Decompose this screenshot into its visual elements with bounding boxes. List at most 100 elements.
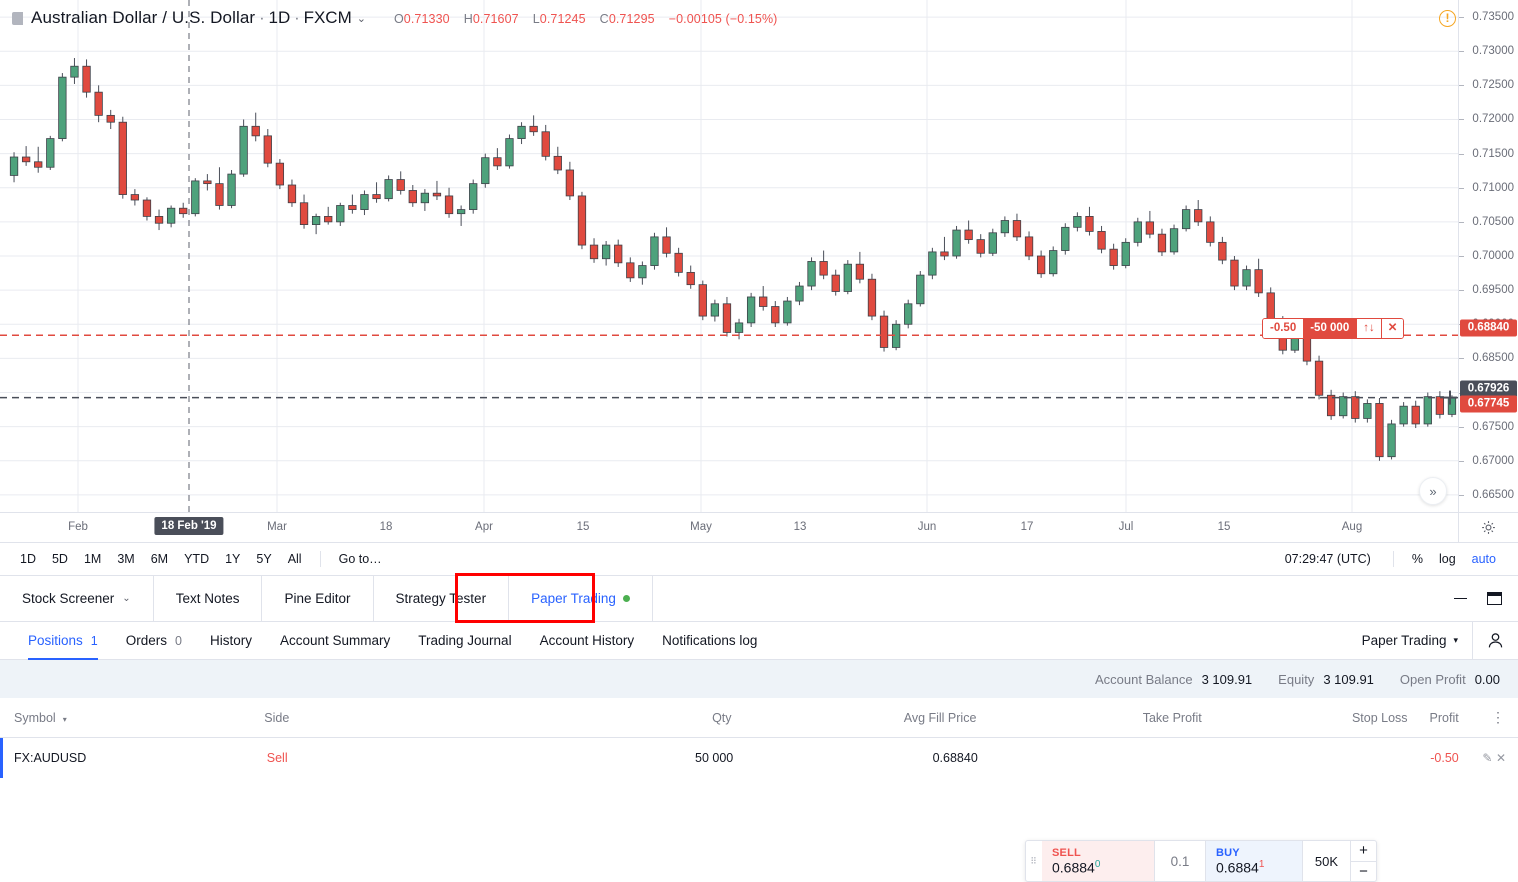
table-header-row: Symbol▾ Side Qty Avg Fill Price Take Pro…: [0, 698, 1518, 738]
symbol-resolution[interactable]: 1D: [269, 8, 291, 28]
price-tick: [1459, 154, 1464, 155]
separator-dot-2: ·: [290, 10, 303, 28]
auto-scale-button[interactable]: auto: [1464, 548, 1504, 570]
panel-tab-strategy-tester[interactable]: Strategy Tester: [374, 576, 510, 621]
subtab-account-summary[interactable]: Account Summary: [266, 622, 404, 660]
column-header-symbol[interactable]: Symbol▾: [0, 711, 264, 725]
price-badge-red[interactable]: 0.68840: [1460, 320, 1517, 337]
time-axis[interactable]: Feb18 Feb '19Mar18Apr15May13Jun17Jul15Au…: [0, 512, 1458, 542]
subtab-count: 0: [175, 634, 182, 648]
ohlc-low-label: L: [533, 12, 540, 26]
subtab-positions[interactable]: Positions1: [14, 622, 112, 660]
column-header-stop-loss[interactable]: Stop Loss: [1224, 711, 1430, 725]
subtab-label: Account History: [540, 633, 635, 648]
account-balance-bar: Account Balance3 109.91Equity3 109.91Ope…: [0, 660, 1518, 698]
sell-button[interactable]: SELL 0.68840: [1042, 841, 1154, 881]
column-header-profit[interactable]: Profit: [1430, 711, 1475, 725]
column-header-take-profit[interactable]: Take Profit: [998, 711, 1223, 725]
buy-button[interactable]: BUY 0.68841: [1206, 841, 1302, 881]
go-to-button[interactable]: Go to…: [331, 548, 390, 570]
quantity-decrease-button[interactable]: −: [1351, 862, 1376, 882]
chart-plot-area[interactable]: [0, 0, 1458, 512]
drag-handle-icon[interactable]: ⠿: [1026, 841, 1042, 881]
chart-bottom-toolbar: 1D5D1M3M6MYTD1Y5YAll Go to… 07:29:47 (UTC…: [0, 542, 1518, 576]
price-axis-label: 0.67500: [1472, 421, 1514, 433]
order-ticket-widget[interactable]: ⠿ SELL 0.68840 0.1 BUY 0.68841 50K + −: [1025, 840, 1377, 882]
price-badge-red[interactable]: 0.67745: [1460, 396, 1517, 413]
chart-settings-corner[interactable]: [1458, 512, 1518, 542]
range-button-5d[interactable]: 5D: [44, 548, 76, 570]
log-scale-button[interactable]: log: [1431, 548, 1464, 570]
symbol-exchange[interactable]: FXCM: [304, 8, 352, 28]
ohlc-high-label: H: [464, 12, 473, 26]
panel-tab-paper-trading[interactable]: Paper Trading: [509, 576, 653, 621]
subtab-right-controls: Paper Trading ▾: [1348, 622, 1518, 660]
range-button-5y[interactable]: 5Y: [248, 548, 279, 570]
range-button-all[interactable]: All: [280, 548, 310, 570]
range-button-1m[interactable]: 1M: [76, 548, 109, 570]
balance-label: Equity: [1278, 672, 1314, 687]
cell-profit: -0.50: [1430, 751, 1475, 765]
ohlc-change: −0.00105 (−0.15%): [669, 12, 778, 26]
ohlc-low-value: 0.71245: [540, 12, 586, 26]
range-button-1y[interactable]: 1Y: [217, 548, 248, 570]
range-button-1d[interactable]: 1D: [12, 548, 44, 570]
symbol-title[interactable]: Australian Dollar / U.S. Dollar: [31, 8, 255, 28]
column-header-avg-fill-price[interactable]: Avg Fill Price: [754, 711, 999, 725]
warning-icon[interactable]: !: [1439, 10, 1456, 27]
scroll-to-realtime-icon[interactable]: »: [1419, 477, 1447, 505]
column-header-qty[interactable]: Qty: [509, 711, 754, 725]
position-marker[interactable]: -0.50 -50 000 ↑↓ ✕: [1262, 318, 1404, 339]
table-row[interactable]: FX:AUDUSD Sell 50 000 0.68840 -0.50 ✎ ✕: [0, 738, 1518, 778]
balance-value: 3 109.91: [1323, 672, 1374, 687]
subtab-history[interactable]: History: [196, 622, 266, 660]
quantity-increase-button[interactable]: +: [1351, 841, 1376, 862]
time-axis-label: 18: [380, 521, 393, 533]
cell-symbol: FX:AUDUSD: [3, 751, 267, 765]
panel-tab-label: Strategy Tester: [396, 591, 487, 606]
subtab-notifications-log[interactable]: Notifications log: [648, 622, 771, 660]
panel-tab-pine-editor[interactable]: Pine Editor: [262, 576, 373, 621]
ohlc-values: O0.71330H0.71607L0.71245C0.71295−0.00105…: [394, 12, 777, 26]
buy-label: BUY: [1216, 847, 1290, 859]
panel-tab-stock-screener[interactable]: Stock Screener ⌄: [0, 576, 154, 621]
price-axis-label: 0.67000: [1472, 455, 1514, 467]
close-position-icon[interactable]: ✕: [1381, 319, 1404, 338]
minimize-panel-icon[interactable]: [1454, 598, 1467, 600]
sell-price-sup: 0: [1095, 859, 1101, 870]
time-axis-label: Mar: [267, 521, 287, 533]
ohlc-open-label: O: [394, 12, 404, 26]
price-tick: [1459, 427, 1464, 428]
range-button-ytd[interactable]: YTD: [176, 548, 217, 570]
reverse-position-icon[interactable]: ↑↓: [1356, 319, 1381, 338]
panel-tab-text-notes[interactable]: Text Notes: [154, 576, 263, 621]
toolbar-right: 07:29:47 (UTC) % log auto: [1285, 548, 1518, 570]
close-position-row-icon[interactable]: ✕: [1496, 751, 1506, 765]
order-quantity-input[interactable]: 50K: [1302, 841, 1350, 881]
symbol-header: Australian Dollar / U.S. Dollar · 1D · F…: [12, 8, 777, 28]
table-options-kebab[interactable]: ⋮: [1475, 711, 1518, 725]
price-axis-label: 0.72000: [1472, 113, 1514, 125]
subtab-orders[interactable]: Orders0: [112, 622, 196, 660]
panel-tab-label: Stock Screener: [22, 591, 114, 606]
column-header-side[interactable]: Side: [264, 711, 508, 725]
chevron-down-icon[interactable]: ⌄: [122, 593, 130, 604]
price-axis[interactable]: 0.735000.730000.725000.720000.715000.710…: [1458, 0, 1518, 512]
percent-scale-button[interactable]: %: [1404, 548, 1431, 570]
price-axis-label: 0.71500: [1472, 148, 1514, 160]
ohlc-close-value: 0.71295: [609, 12, 655, 26]
maximize-panel-icon[interactable]: [1487, 592, 1502, 605]
subtab-account-history[interactable]: Account History: [526, 622, 649, 660]
range-button-3m[interactable]: 3M: [109, 548, 142, 570]
candlestick-chart: [0, 0, 1458, 512]
chevron-down-icon[interactable]: ⌄: [357, 12, 366, 25]
subtab-trading-journal[interactable]: Trading Journal: [404, 622, 525, 660]
balance-label: Open Profit: [1400, 672, 1466, 687]
price-axis-label: 0.68500: [1472, 352, 1514, 364]
gear-icon[interactable]: [1481, 520, 1496, 535]
time-axis-label: 17: [1021, 521, 1034, 533]
user-avatar-icon[interactable]: [1472, 622, 1518, 660]
edit-position-icon[interactable]: ✎: [1482, 751, 1492, 765]
account-selector[interactable]: Paper Trading ▾: [1348, 633, 1472, 648]
range-button-6m[interactable]: 6M: [143, 548, 176, 570]
